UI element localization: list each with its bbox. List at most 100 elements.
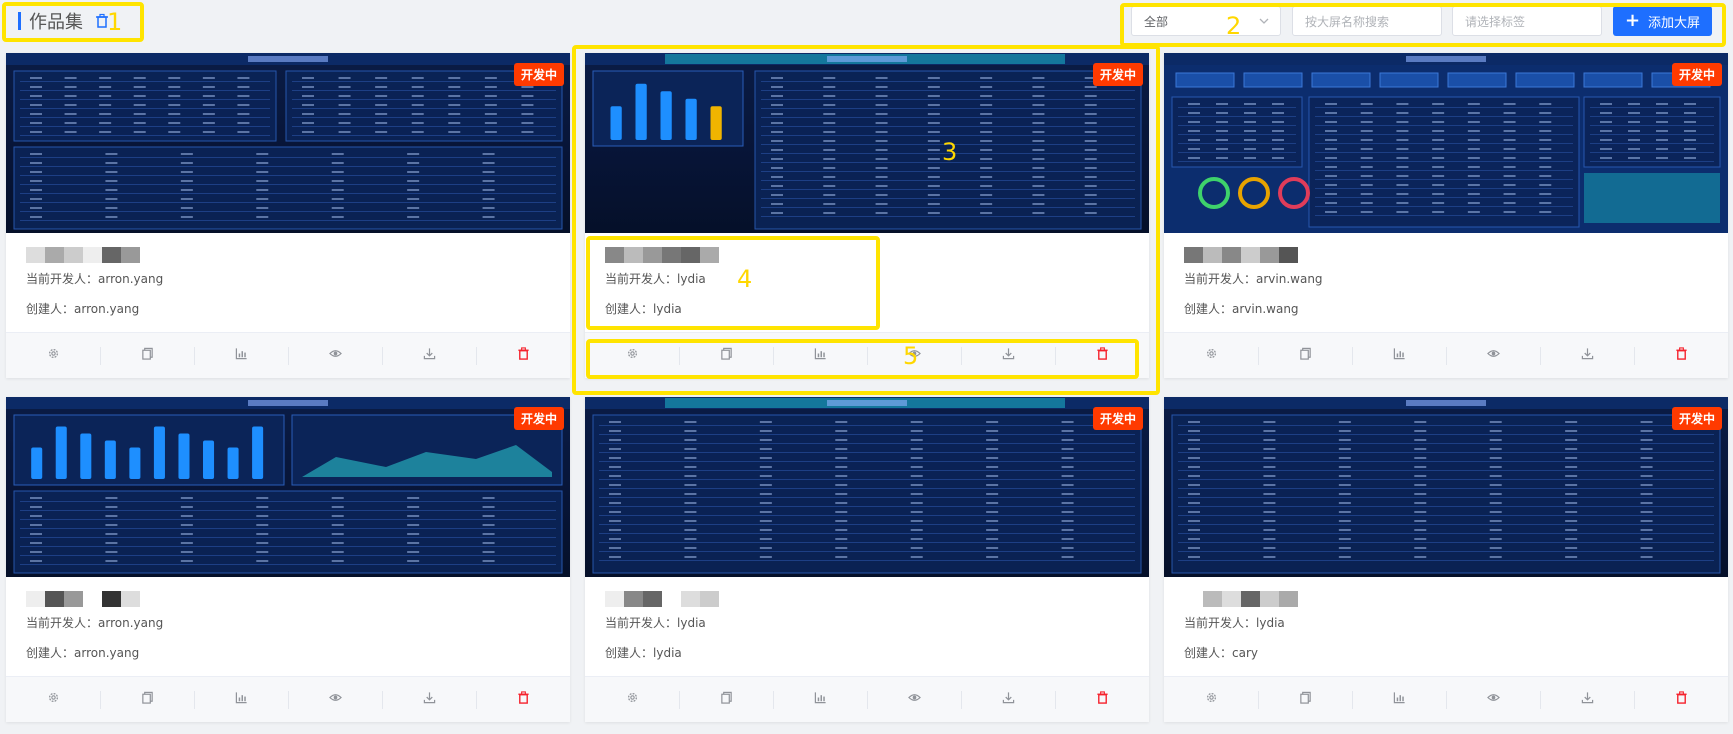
card-preview-thumbnail[interactable]: 开发中 bbox=[6, 53, 570, 233]
card-preview-thumbnail[interactable]: 开发中 bbox=[1164, 53, 1728, 233]
preview-button[interactable] bbox=[288, 677, 382, 722]
download-icon bbox=[1581, 347, 1594, 365]
screen-card[interactable]: 开发中当前开发人：arvin.wang 创建人：arvin.wang bbox=[1164, 53, 1728, 378]
chart-icon bbox=[814, 347, 827, 365]
card-name-redacted bbox=[605, 247, 719, 263]
title-accent-bar bbox=[18, 12, 21, 30]
page-header: 作品集 bbox=[18, 10, 109, 33]
add-screen-button[interactable]: + 添加大屏 bbox=[1613, 6, 1712, 36]
status-badge: 开发中 bbox=[1671, 407, 1722, 430]
download-button[interactable] bbox=[1540, 333, 1634, 378]
chart-icon bbox=[814, 691, 827, 709]
developer-prefix: 当前开发人： bbox=[1184, 616, 1257, 630]
copy-button[interactable] bbox=[679, 333, 773, 378]
screen-card[interactable]: 开发中 当前开发人：arron.yang 创建人：arron.yang bbox=[6, 53, 570, 378]
screen-card[interactable]: 开发中当前开发人：arron.yang 创建人：arron.yang bbox=[6, 397, 570, 722]
creator-name: arron.yang bbox=[74, 302, 140, 316]
delete-button[interactable] bbox=[476, 333, 570, 378]
eye-icon bbox=[907, 691, 921, 709]
developer-prefix: 当前开发人： bbox=[605, 272, 678, 286]
download-icon bbox=[1002, 691, 1015, 709]
chart-button[interactable] bbox=[1352, 677, 1446, 722]
card-name-redacted bbox=[26, 247, 140, 263]
settings-button[interactable] bbox=[6, 677, 100, 722]
copy-button[interactable] bbox=[1258, 333, 1352, 378]
trash-icon[interactable] bbox=[95, 13, 109, 29]
copy-button[interactable] bbox=[1258, 677, 1352, 722]
download-button[interactable] bbox=[961, 677, 1055, 722]
copy-icon bbox=[141, 691, 154, 709]
developer-prefix: 当前开发人： bbox=[26, 272, 99, 286]
chart-button[interactable] bbox=[194, 333, 288, 378]
status-badge: 开发中 bbox=[1092, 63, 1143, 86]
settings-button[interactable] bbox=[585, 677, 679, 722]
trash-icon bbox=[517, 346, 530, 365]
copy-button[interactable] bbox=[100, 677, 194, 722]
card-developer: 当前开发人：lydia bbox=[1184, 614, 1285, 631]
card-developer: 当前开发人：arvin.wang bbox=[1184, 270, 1323, 287]
download-icon bbox=[423, 347, 436, 365]
download-button[interactable] bbox=[382, 333, 476, 378]
delete-button[interactable] bbox=[1634, 333, 1728, 378]
card-developer: 当前开发人：lydia bbox=[605, 614, 706, 631]
screen-card[interactable]: 开发中 当前开发人：lydia 创建人：cary bbox=[1164, 397, 1728, 722]
chart-icon bbox=[235, 691, 248, 709]
screen-card[interactable]: 开发中当前开发人：lydia 创建人：lydia bbox=[585, 397, 1149, 722]
creator-prefix: 创建人： bbox=[1184, 302, 1233, 316]
delete-button[interactable] bbox=[1055, 677, 1149, 722]
card-preview-thumbnail[interactable]: 开发中 bbox=[1164, 397, 1728, 577]
preview-button[interactable] bbox=[867, 677, 961, 722]
chart-button[interactable] bbox=[194, 677, 288, 722]
copy-icon bbox=[720, 347, 733, 365]
creator-name: lydia bbox=[653, 302, 682, 316]
card-action-bar bbox=[1164, 676, 1728, 722]
eye-icon bbox=[1486, 691, 1500, 709]
developer-name: lydia bbox=[677, 272, 706, 286]
download-button[interactable] bbox=[382, 677, 476, 722]
card-action-bar bbox=[6, 332, 570, 378]
search-placeholder: 按大屏名称搜索 bbox=[1305, 14, 1390, 29]
card-creator: 创建人：lydia bbox=[605, 644, 682, 661]
eye-icon bbox=[1486, 347, 1500, 365]
settings-button[interactable] bbox=[6, 333, 100, 378]
creator-prefix: 创建人： bbox=[26, 646, 75, 660]
eye-icon bbox=[328, 691, 342, 709]
card-name-redacted bbox=[26, 591, 140, 607]
developer-name: lydia bbox=[677, 616, 706, 630]
chart-button[interactable] bbox=[1352, 333, 1446, 378]
card-action-bar bbox=[585, 332, 1149, 378]
search-input[interactable]: 按大屏名称搜索 bbox=[1292, 6, 1442, 36]
category-select[interactable]: 全部 bbox=[1131, 6, 1281, 36]
card-action-bar bbox=[1164, 332, 1728, 378]
copy-button[interactable] bbox=[100, 333, 194, 378]
settings-button[interactable] bbox=[585, 333, 679, 378]
chart-button[interactable] bbox=[773, 333, 867, 378]
creator-name: arron.yang bbox=[74, 646, 140, 660]
settings-button[interactable] bbox=[1164, 333, 1258, 378]
preview-button[interactable] bbox=[867, 333, 961, 378]
card-preview-thumbnail[interactable]: 开发中 bbox=[6, 397, 570, 577]
card-creator: 创建人：arvin.wang bbox=[1184, 300, 1299, 317]
annotation-number: 1 bbox=[107, 8, 123, 36]
card-developer: 当前开发人：arron.yang bbox=[26, 614, 163, 631]
status-badge: 开发中 bbox=[513, 407, 564, 430]
settings-button[interactable] bbox=[1164, 677, 1258, 722]
card-creator: 创建人：lydia bbox=[605, 300, 682, 317]
gear-icon bbox=[47, 347, 60, 365]
preview-button[interactable] bbox=[1446, 677, 1540, 722]
download-button[interactable] bbox=[1540, 677, 1634, 722]
delete-button[interactable] bbox=[1055, 333, 1149, 378]
preview-button[interactable] bbox=[1446, 333, 1540, 378]
chart-icon bbox=[1393, 347, 1406, 365]
copy-icon bbox=[141, 347, 154, 365]
delete-button[interactable] bbox=[476, 677, 570, 722]
card-preview-thumbnail[interactable]: 开发中 bbox=[585, 53, 1149, 233]
delete-button[interactable] bbox=[1634, 677, 1728, 722]
card-preview-thumbnail[interactable]: 开发中 bbox=[585, 397, 1149, 577]
preview-button[interactable] bbox=[288, 333, 382, 378]
tag-select[interactable]: 请选择标签 bbox=[1452, 6, 1602, 36]
copy-button[interactable] bbox=[679, 677, 773, 722]
download-button[interactable] bbox=[961, 333, 1055, 378]
chart-button[interactable] bbox=[773, 677, 867, 722]
screen-card[interactable]: 开发中 当前开发人：lydia 创建人：lydia bbox=[585, 53, 1149, 378]
